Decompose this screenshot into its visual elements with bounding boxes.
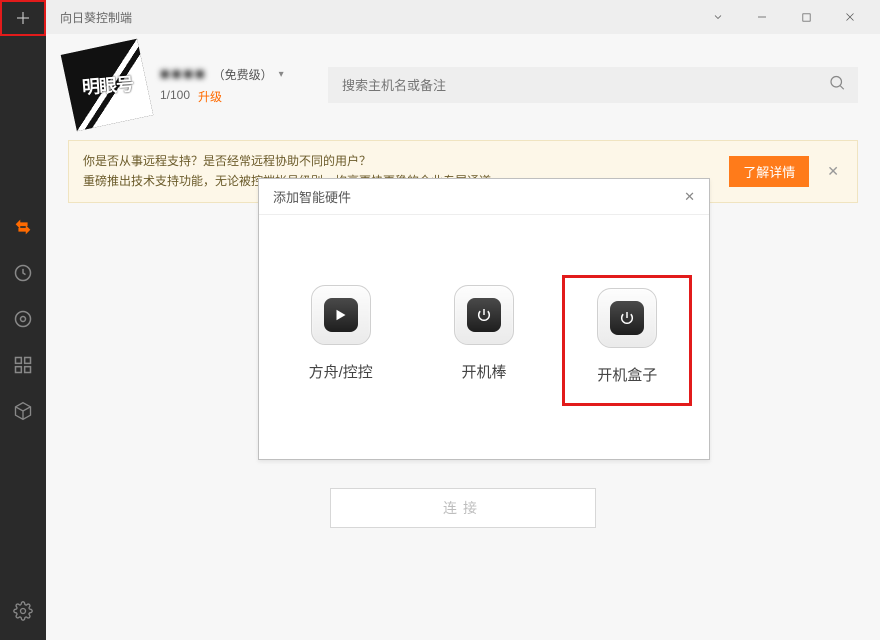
user-info: ■■■■ （免费级） ▾ 1/100 升级 (160, 66, 284, 105)
nav-apps-icon[interactable] (12, 354, 34, 376)
ark-icon (324, 298, 358, 332)
avatar[interactable]: 明眼号 (61, 39, 154, 132)
window-close-icon[interactable] (828, 0, 872, 34)
add-hardware-dialog: 添加智能硬件 ✕ 方舟/控控 开机棒 (258, 178, 710, 460)
hardware-label: 开机棒 (461, 361, 506, 382)
hardware-option-ark[interactable]: 方舟/控控 (276, 275, 406, 406)
search-input[interactable] (328, 67, 858, 103)
app-title: 向日葵控制端 (60, 9, 696, 26)
quota-label: 1/100 (160, 88, 190, 105)
window-dropdown-icon[interactable] (696, 0, 740, 34)
dialog-title: 添加智能硬件 (273, 187, 680, 206)
search-icon[interactable] (828, 74, 846, 97)
hardware-label: 方舟/控控 (309, 361, 373, 382)
hardware-option-powerbox[interactable]: 开机盒子 (562, 275, 692, 406)
banner-cta-button[interactable]: 了解详情 (729, 156, 809, 187)
hardware-option-powerstick[interactable]: 开机棒 (419, 275, 549, 406)
add-button[interactable] (0, 0, 46, 36)
nav-box-icon[interactable] (12, 400, 34, 422)
sidebar (0, 0, 46, 640)
nav-transfer-icon[interactable] (12, 216, 34, 238)
power-icon (467, 298, 501, 332)
connect-button[interactable]: 连接 (330, 488, 596, 528)
banner-close-icon[interactable]: ✕ (821, 159, 845, 184)
banner-line1: 你是否从事远程支持？是否经常远程协助不同的用户？ (83, 151, 729, 171)
window-maximize-icon[interactable] (784, 0, 828, 34)
settings-icon[interactable] (12, 600, 34, 622)
username: ■■■■ (160, 66, 207, 84)
titlebar: 向日葵控制端 (46, 0, 880, 34)
dialog-close-icon[interactable]: ✕ (680, 185, 699, 209)
user-level-label: （免费级） (213, 66, 273, 83)
chevron-down-icon[interactable]: ▾ (279, 69, 284, 80)
power-icon (610, 301, 644, 335)
upgrade-link[interactable]: 升级 (198, 88, 222, 105)
nav-history-icon[interactable] (12, 262, 34, 284)
hardware-label: 开机盒子 (597, 364, 657, 385)
window-minimize-icon[interactable] (740, 0, 784, 34)
nav-discover-icon[interactable] (12, 308, 34, 330)
